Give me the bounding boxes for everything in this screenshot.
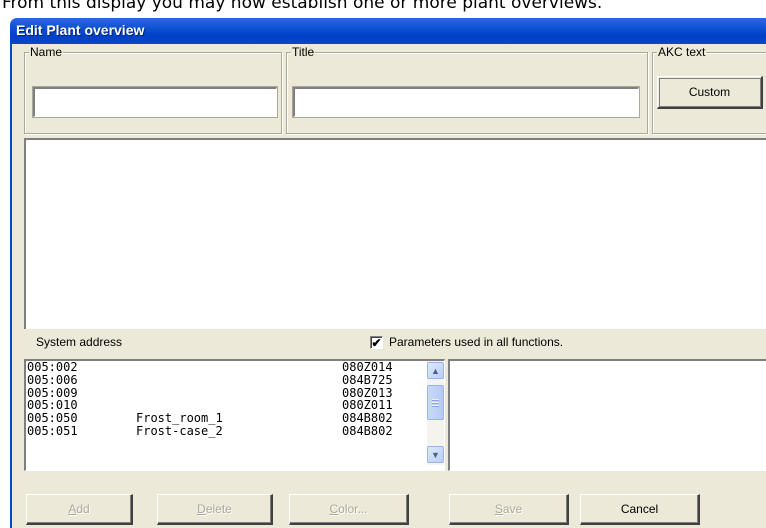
name-group: Name [24,45,282,134]
system-address-list[interactable]: 005:002 080Z014 005:006 084B725 005:009 080Z0… [24,359,445,471]
save-button-mnemonic: S [494,502,503,516]
scrollbar-thumb[interactable] [427,385,444,420]
list-item-code: 084B725 [342,372,393,387]
instruction-caption: From this display you may now establish … [2,0,603,13]
list-item[interactable]: 005:051 Frost-case_2 084B802 [26,425,444,438]
list-item-name: Frost-case_2 [136,423,223,438]
akc-text-group: AKC text Custom [652,45,766,134]
parameters-checkbox[interactable]: ✔ [370,336,383,349]
selected-items-list[interactable] [448,359,766,471]
list-item-code: 080Z014 [342,360,393,374]
delete-button[interactable]: Delete [157,494,273,525]
chevron-down-icon[interactable]: ▼ [427,446,444,463]
save-button[interactable]: Save [449,494,569,525]
edit-plant-overview-dialog: Name Title AKC text Custom System addres… [10,44,766,528]
color-button-label: olor... [338,502,368,516]
list-item-code: 084B802 [342,423,393,438]
system-address-label: System address [36,335,123,349]
add-button-mnemonic: A [68,502,77,516]
color-button[interactable]: Color... [289,494,409,525]
parameters-checkbox-label[interactable]: Parameters used in all functions. [389,335,563,349]
window-title: Edit Plant overview [16,22,145,38]
chevron-up-icon[interactable]: ▲ [427,362,444,379]
list-item[interactable]: 005:006 084B725 [26,372,444,387]
delete-button-mnemonic: D [197,502,206,516]
list-item[interactable]: 005:002 080Z014 [26,361,444,374]
list-item-addr: 005:051 [27,423,78,438]
title-group: Title [286,45,648,134]
name-group-label: Name [29,45,64,59]
title-input[interactable] [292,86,640,118]
add-button-label: dd [76,502,90,516]
cancel-button[interactable]: Cancel [580,494,700,525]
name-input[interactable] [32,86,278,118]
checkmark-icon: ✔ [371,335,382,350]
window-titlebar[interactable]: Edit Plant overview [10,18,766,44]
color-button-mnemonic: C [329,502,339,516]
delete-button-label: elete [205,502,232,516]
list-item-addr: 005:002 [27,360,78,374]
custom-button[interactable]: Custom [657,76,763,109]
akc-text-group-label: AKC text [657,45,707,59]
plant-overview-canvas[interactable] [24,138,766,329]
list-scrollbar[interactable]: ▲ ▼ [427,361,444,465]
list-item-addr: 005:006 [27,372,78,387]
system-address-rows: 005:002 080Z014 005:006 084B725 005:009 080Z0… [26,361,444,438]
save-button-label: ave [502,502,523,516]
add-button[interactable]: Add [26,494,133,525]
title-group-label: Title [291,45,316,59]
